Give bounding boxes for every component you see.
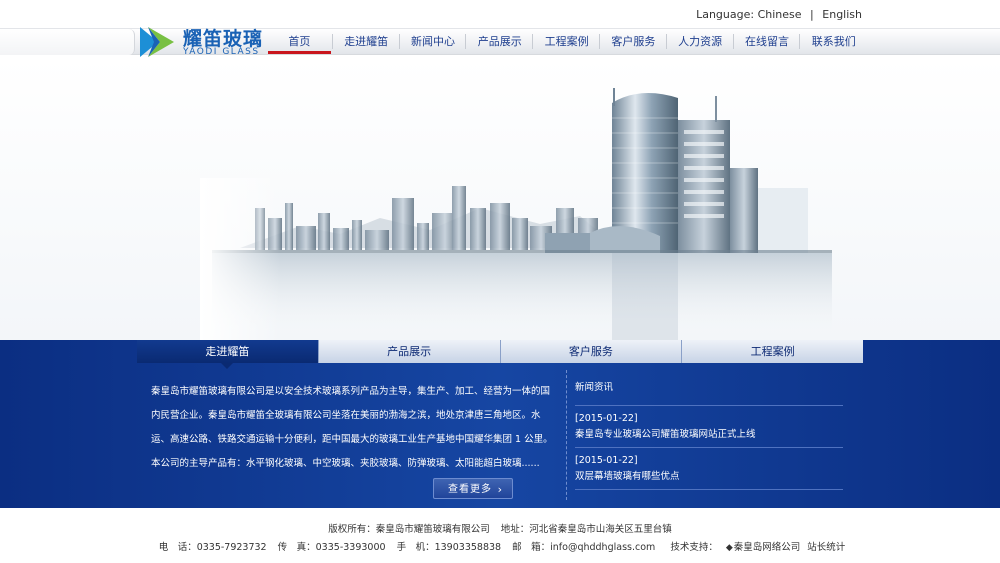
section-tabs: 走进耀笛 产品展示 客户服务 工程案例 — [137, 340, 863, 369]
footer-row-1: 版权所有：秦皇岛市耀笛玻璃有限公司 地址：河北省秦皇岛市山海关区五里台镇 — [0, 521, 1000, 535]
footer: 版权所有：秦皇岛市耀笛玻璃有限公司 地址：河北省秦皇岛市山海关区五里台镇 电 话… — [0, 508, 1000, 563]
logo-text-en: YAODI GLASS — [183, 47, 260, 57]
news-date: [2015-01-22] — [575, 413, 638, 424]
section-tab-label: 客户服务 — [568, 345, 613, 358]
nav-item-label: 工程案例 — [544, 35, 589, 48]
language-label: Language: — [696, 8, 755, 21]
footer-support-link[interactable]: 秦皇岛网络公司 — [734, 542, 801, 553]
nav-item[interactable]: 首页 — [266, 28, 333, 55]
footer-row-2: 电 话：0335-7923732 传 真：0335-3393000 手 机：13… — [0, 539, 1000, 553]
section-tab[interactable]: 工程案例 — [682, 340, 863, 363]
news-item[interactable]: [2015-01-22] 双层幕墙玻璃有哪些优点 — [575, 448, 843, 490]
footer-support: 技术支持： ◆秦皇岛网络公司 — [666, 539, 800, 553]
diamond-icon: ◆ — [725, 543, 733, 553]
section-tab[interactable]: 产品展示 — [318, 340, 501, 363]
lang-english-link[interactable]: English — [822, 8, 862, 21]
news-title: 新闻资讯 — [575, 380, 843, 406]
language-switcher: Language: Chinese | English — [696, 8, 862, 21]
main-nav: 首页 走进耀笛 新闻中心 产品展示 工程案例 客户服务 人力资源 在线留言 联系我们 — [266, 28, 867, 55]
news-item[interactable]: [2015-01-22] 秦皇岛专业玻璃公司耀笛玻璃网站正式上线 — [575, 406, 843, 448]
hero-banner — [0, 58, 1000, 340]
page: Language: Chinese | English 耀笛玻璃 YAODI G… — [0, 0, 1000, 563]
logo-tab — [0, 29, 135, 55]
lang-separator: | — [810, 8, 814, 21]
nav-item[interactable]: 走进耀笛 — [333, 28, 400, 55]
logo-mark-icon — [140, 27, 174, 57]
footer-email: 邮 箱：info@qhddhglass.com — [512, 542, 656, 553]
nav-item-label: 首页 — [288, 35, 311, 48]
nav-item[interactable]: 客户服务 — [600, 28, 667, 55]
footer-phone: 电 话：0335-7923732 — [158, 542, 267, 553]
section-tab-label: 产品展示 — [387, 345, 432, 358]
footer-address: 地址：河北省秦皇岛市山海关区五里台镇 — [500, 524, 672, 535]
nav-item[interactable]: 人力资源 — [667, 28, 734, 55]
logo[interactable]: 耀笛玻璃 YAODI GLASS — [140, 20, 265, 60]
news-date: [2015-01-22] — [575, 455, 638, 466]
section-tab[interactable]: 客户服务 — [500, 340, 683, 363]
section-tab-label: 走进耀笛 — [205, 345, 250, 358]
view-more-label: 查看更多 — [448, 484, 492, 495]
nav-item-label: 客户服务 — [611, 35, 656, 48]
about-panel: 秦皇岛市耀笛玻璃有限公司是以安全技术玻璃系列产品为主导，集生产、加工、经营为一体… — [151, 380, 556, 476]
content-section: 走进耀笛 产品展示 客户服务 工程案例 秦皇岛市耀笛玻璃有限公司是以安全技术玻璃系列产… — [0, 340, 1000, 508]
nav-item[interactable]: 新闻中心 — [400, 28, 467, 55]
nav-item-label: 联系我们 — [811, 35, 856, 48]
nav-item-label: 人力资源 — [678, 35, 723, 48]
footer-fax: 传 真：0335-3393000 — [277, 542, 386, 553]
vertical-divider — [566, 370, 567, 500]
nav-item-label: 在线留言 — [744, 35, 789, 48]
nav-item-label: 产品展示 — [477, 35, 522, 48]
nav-item[interactable]: 联系我们 — [800, 28, 867, 55]
nav-item[interactable]: 工程案例 — [533, 28, 600, 55]
header: Language: Chinese | English 耀笛玻璃 YAODI G… — [0, 0, 1000, 58]
view-more-button[interactable]: 查看更多 › — [433, 478, 513, 499]
footer-stats-link[interactable]: 站长统计 — [807, 542, 845, 553]
footer-mobile: 手 机：13903358838 — [396, 542, 502, 553]
active-indicator — [268, 51, 331, 54]
lang-chinese-link[interactable]: Chinese — [758, 8, 802, 21]
section-tab-label: 工程案例 — [750, 345, 795, 358]
nav-item-label: 走进耀笛 — [344, 35, 389, 48]
news-panel: 新闻资讯 [2015-01-22] 秦皇岛专业玻璃公司耀笛玻璃网站正式上线 [2… — [575, 380, 843, 490]
section-tab[interactable]: 走进耀笛 — [137, 340, 319, 369]
news-headline: 秦皇岛专业玻璃公司耀笛玻璃网站正式上线 — [575, 429, 756, 440]
city-skyline-image — [0, 58, 1000, 340]
nav-item[interactable]: 产品展示 — [466, 28, 534, 55]
about-text: 秦皇岛市耀笛玻璃有限公司是以安全技术玻璃系列产品为主导，集生产、加工、经营为一体… — [151, 386, 553, 469]
footer-support-label: 技术支持： — [670, 542, 718, 553]
footer-copyright: 版权所有：秦皇岛市耀笛玻璃有限公司 — [328, 524, 490, 535]
nav-item-label: 新闻中心 — [410, 35, 455, 48]
tab-pointer-icon — [221, 363, 234, 369]
news-headline: 双层幕墙玻璃有哪些优点 — [575, 471, 680, 482]
chevron-right-icon: › — [497, 483, 503, 496]
nav-item[interactable]: 在线留言 — [734, 28, 801, 55]
